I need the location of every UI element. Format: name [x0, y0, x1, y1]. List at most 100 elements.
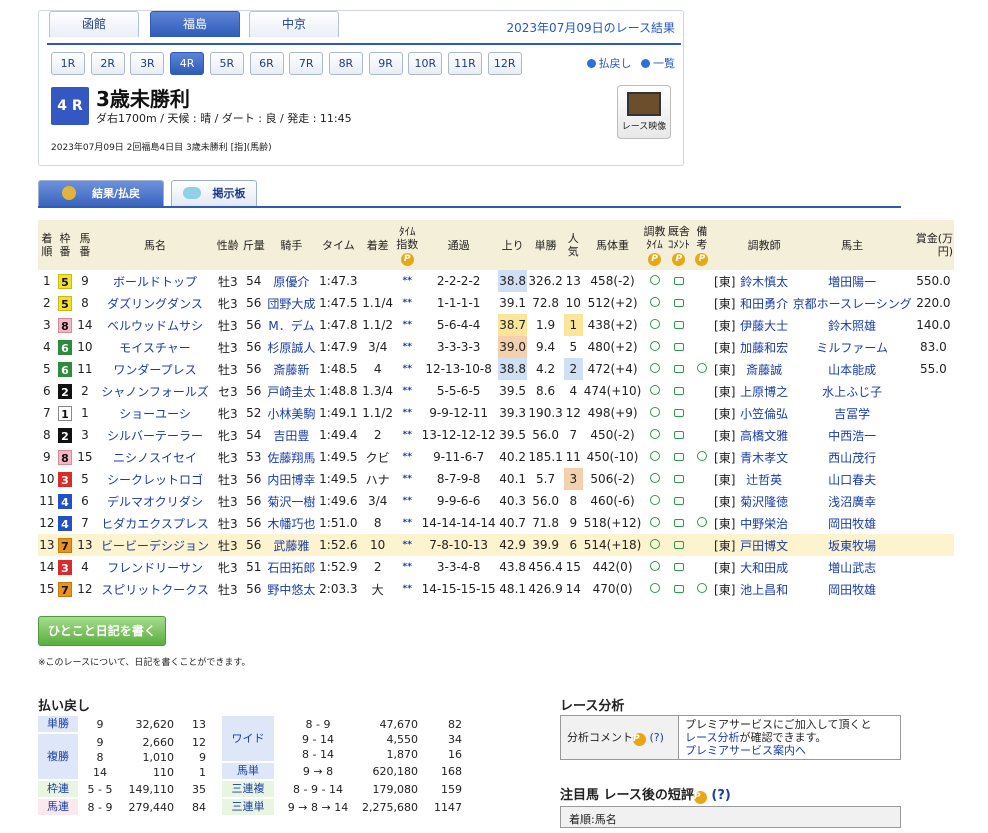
horse-name-link[interactable]: フレンドリーサン — [96, 556, 215, 578]
jockey-link[interactable]: 原優介 — [266, 270, 316, 292]
write-diary-button[interactable]: ひとこと日記を書く — [38, 616, 166, 646]
clock-icon[interactable] — [649, 495, 660, 505]
premium-icon[interactable]: P — [400, 252, 414, 266]
trainer-link[interactable]: 高橋文雅 — [737, 424, 792, 446]
jockey-link[interactable]: 吉田豊 — [266, 424, 316, 446]
trainer-link[interactable]: 斎藤誠 — [737, 358, 792, 380]
premium-icon[interactable]: P — [693, 791, 707, 804]
clock-icon[interactable] — [649, 561, 660, 571]
trainer-link[interactable]: 和田勇介 — [737, 292, 792, 314]
horse-name-link[interactable]: シルバーテーラー — [96, 424, 215, 446]
horse-name-link[interactable]: シークレットロゴ — [96, 468, 215, 490]
clock-icon[interactable] — [649, 583, 660, 593]
jockey-link[interactable]: 木幡巧也 — [266, 512, 316, 534]
horse-name-link[interactable]: ダズリングダンス — [96, 292, 215, 314]
clock-icon[interactable] — [649, 451, 660, 461]
jockey-link[interactable]: 佐藤翔馬 — [266, 446, 316, 468]
clock-icon[interactable] — [649, 297, 660, 307]
race-button-8r[interactable]: 8R — [328, 52, 363, 75]
race-button-3r[interactable]: 3R — [130, 52, 165, 75]
trainer-link[interactable]: 青木孝文 — [737, 446, 792, 468]
trainer-link[interactable]: 中野栄治 — [737, 512, 792, 534]
race-button-10r[interactable]: 10R — [408, 52, 443, 75]
trainer-link[interactable]: 鈴木慎太 — [737, 270, 792, 292]
race-button-4r[interactable]: 4R — [170, 52, 205, 75]
info-icon[interactable] — [696, 451, 707, 461]
analysis-help-link[interactable]: (?) — [650, 731, 664, 744]
result-date-link[interactable]: 2023年07月09日のレース結果 — [507, 19, 675, 36]
owner-link[interactable]: 増田陽一 — [792, 270, 913, 292]
jockey-link[interactable]: 小林美駒 — [266, 402, 316, 424]
owner-link[interactable]: 岡田牧雄 — [792, 578, 913, 600]
owner-link[interactable]: 吉冨学 — [792, 402, 913, 424]
comment-icon[interactable] — [673, 365, 684, 373]
owner-link[interactable]: 浅沼廣幸 — [792, 490, 913, 512]
tab-board[interactable]: 掲示板 — [171, 180, 257, 206]
horse-name-link[interactable]: ショーユーシ — [96, 402, 215, 424]
race-button-1r[interactable]: 1R — [51, 52, 85, 75]
comment-icon[interactable] — [673, 343, 684, 351]
comment-icon[interactable] — [673, 321, 684, 329]
jockey-link[interactable]: 斎藤新 — [266, 358, 316, 380]
comment-icon[interactable] — [673, 541, 684, 549]
info-icon[interactable] — [696, 583, 707, 593]
list-link[interactable]: 一覧 — [641, 57, 675, 70]
trainer-link[interactable]: 辻哲英 — [737, 468, 792, 490]
clock-icon[interactable] — [649, 319, 660, 329]
horse-name-link[interactable]: デルマオクリダシ — [96, 490, 215, 512]
jockey-link[interactable]: 戸崎圭太 — [266, 380, 316, 402]
comment-icon[interactable] — [673, 519, 684, 527]
owner-link[interactable]: ミルファーム — [792, 336, 913, 358]
clock-icon[interactable] — [649, 517, 660, 527]
info-icon[interactable] — [696, 517, 707, 527]
owner-link[interactable]: 京都ホースレーシング — [792, 292, 913, 314]
race-button-5r[interactable]: 5R — [209, 52, 244, 75]
tab-results[interactable]: 結果/払戻 — [38, 180, 164, 206]
comment-icon[interactable] — [673, 563, 684, 571]
trainer-link[interactable]: 菊沢隆徳 — [737, 490, 792, 512]
horse-name-link[interactable]: ベルウッドムサシ — [96, 314, 215, 336]
clock-icon[interactable] — [649, 341, 660, 351]
race-button-7r[interactable]: 7R — [289, 52, 324, 75]
payout-link[interactable]: 払戻し — [586, 57, 632, 70]
owner-link[interactable]: 鈴木照雄 — [792, 314, 913, 336]
trainer-link[interactable]: 伊藤大士 — [737, 314, 792, 336]
jockey-link[interactable]: 団野大成 — [266, 292, 316, 314]
owner-link[interactable]: 山口春夫 — [792, 468, 913, 490]
venue-tab-chukyo[interactable]: 中京 — [249, 11, 339, 37]
comment-icon[interactable] — [673, 277, 684, 285]
race-analysis-link[interactable]: レース分析 — [685, 731, 739, 744]
info-icon[interactable] — [696, 363, 707, 373]
horse-name-link[interactable]: スピリットクークス — [96, 578, 215, 600]
premium-icon[interactable]: P — [695, 252, 709, 266]
horse-name-link[interactable]: ヒダカエクスプレス — [96, 512, 215, 534]
venue-tab-fukushima[interactable]: 福島 — [150, 11, 240, 37]
race-button-2r[interactable]: 2R — [90, 52, 125, 75]
race-button-11r[interactable]: 11R — [448, 52, 482, 75]
clock-icon[interactable] — [649, 385, 660, 395]
horse-name-link[interactable]: ワンダープレス — [96, 358, 215, 380]
comment-icon[interactable] — [673, 409, 684, 417]
owner-link[interactable]: 岡田牧雄 — [792, 512, 913, 534]
comment-icon[interactable] — [673, 585, 684, 593]
jockey-link[interactable]: 杉原誠人 — [266, 336, 316, 358]
horse-name-link[interactable]: シャノンフォールズ — [96, 380, 215, 402]
premium-icon[interactable]: P — [633, 733, 646, 746]
trainer-link[interactable]: 小笠倫弘 — [737, 402, 792, 424]
jockey-link[interactable]: 菊沢一樹 — [266, 490, 316, 512]
premium-guide-link[interactable]: プレミアサービス案内へ — [685, 744, 894, 757]
owner-link[interactable]: 増山武志 — [792, 556, 913, 578]
comment-icon[interactable] — [673, 431, 684, 439]
owner-link[interactable]: 坂東牧場 — [791, 534, 913, 556]
jockey-link[interactable]: M．デム — [266, 314, 316, 336]
comment-icon[interactable] — [673, 475, 684, 483]
owner-link[interactable]: 西山茂行 — [792, 446, 913, 468]
trainer-link[interactable]: 加藤和宏 — [737, 336, 792, 358]
pick-help-link[interactable]: (?) — [711, 788, 730, 803]
horse-name-link[interactable]: ボールドトップ — [96, 270, 215, 292]
race-button-6r[interactable]: 6R — [249, 52, 284, 75]
clock-icon[interactable] — [649, 539, 660, 549]
clock-icon[interactable] — [649, 363, 660, 373]
horse-name-link[interactable]: ビービーデシジョン — [95, 534, 215, 556]
comment-icon[interactable] — [673, 497, 684, 505]
